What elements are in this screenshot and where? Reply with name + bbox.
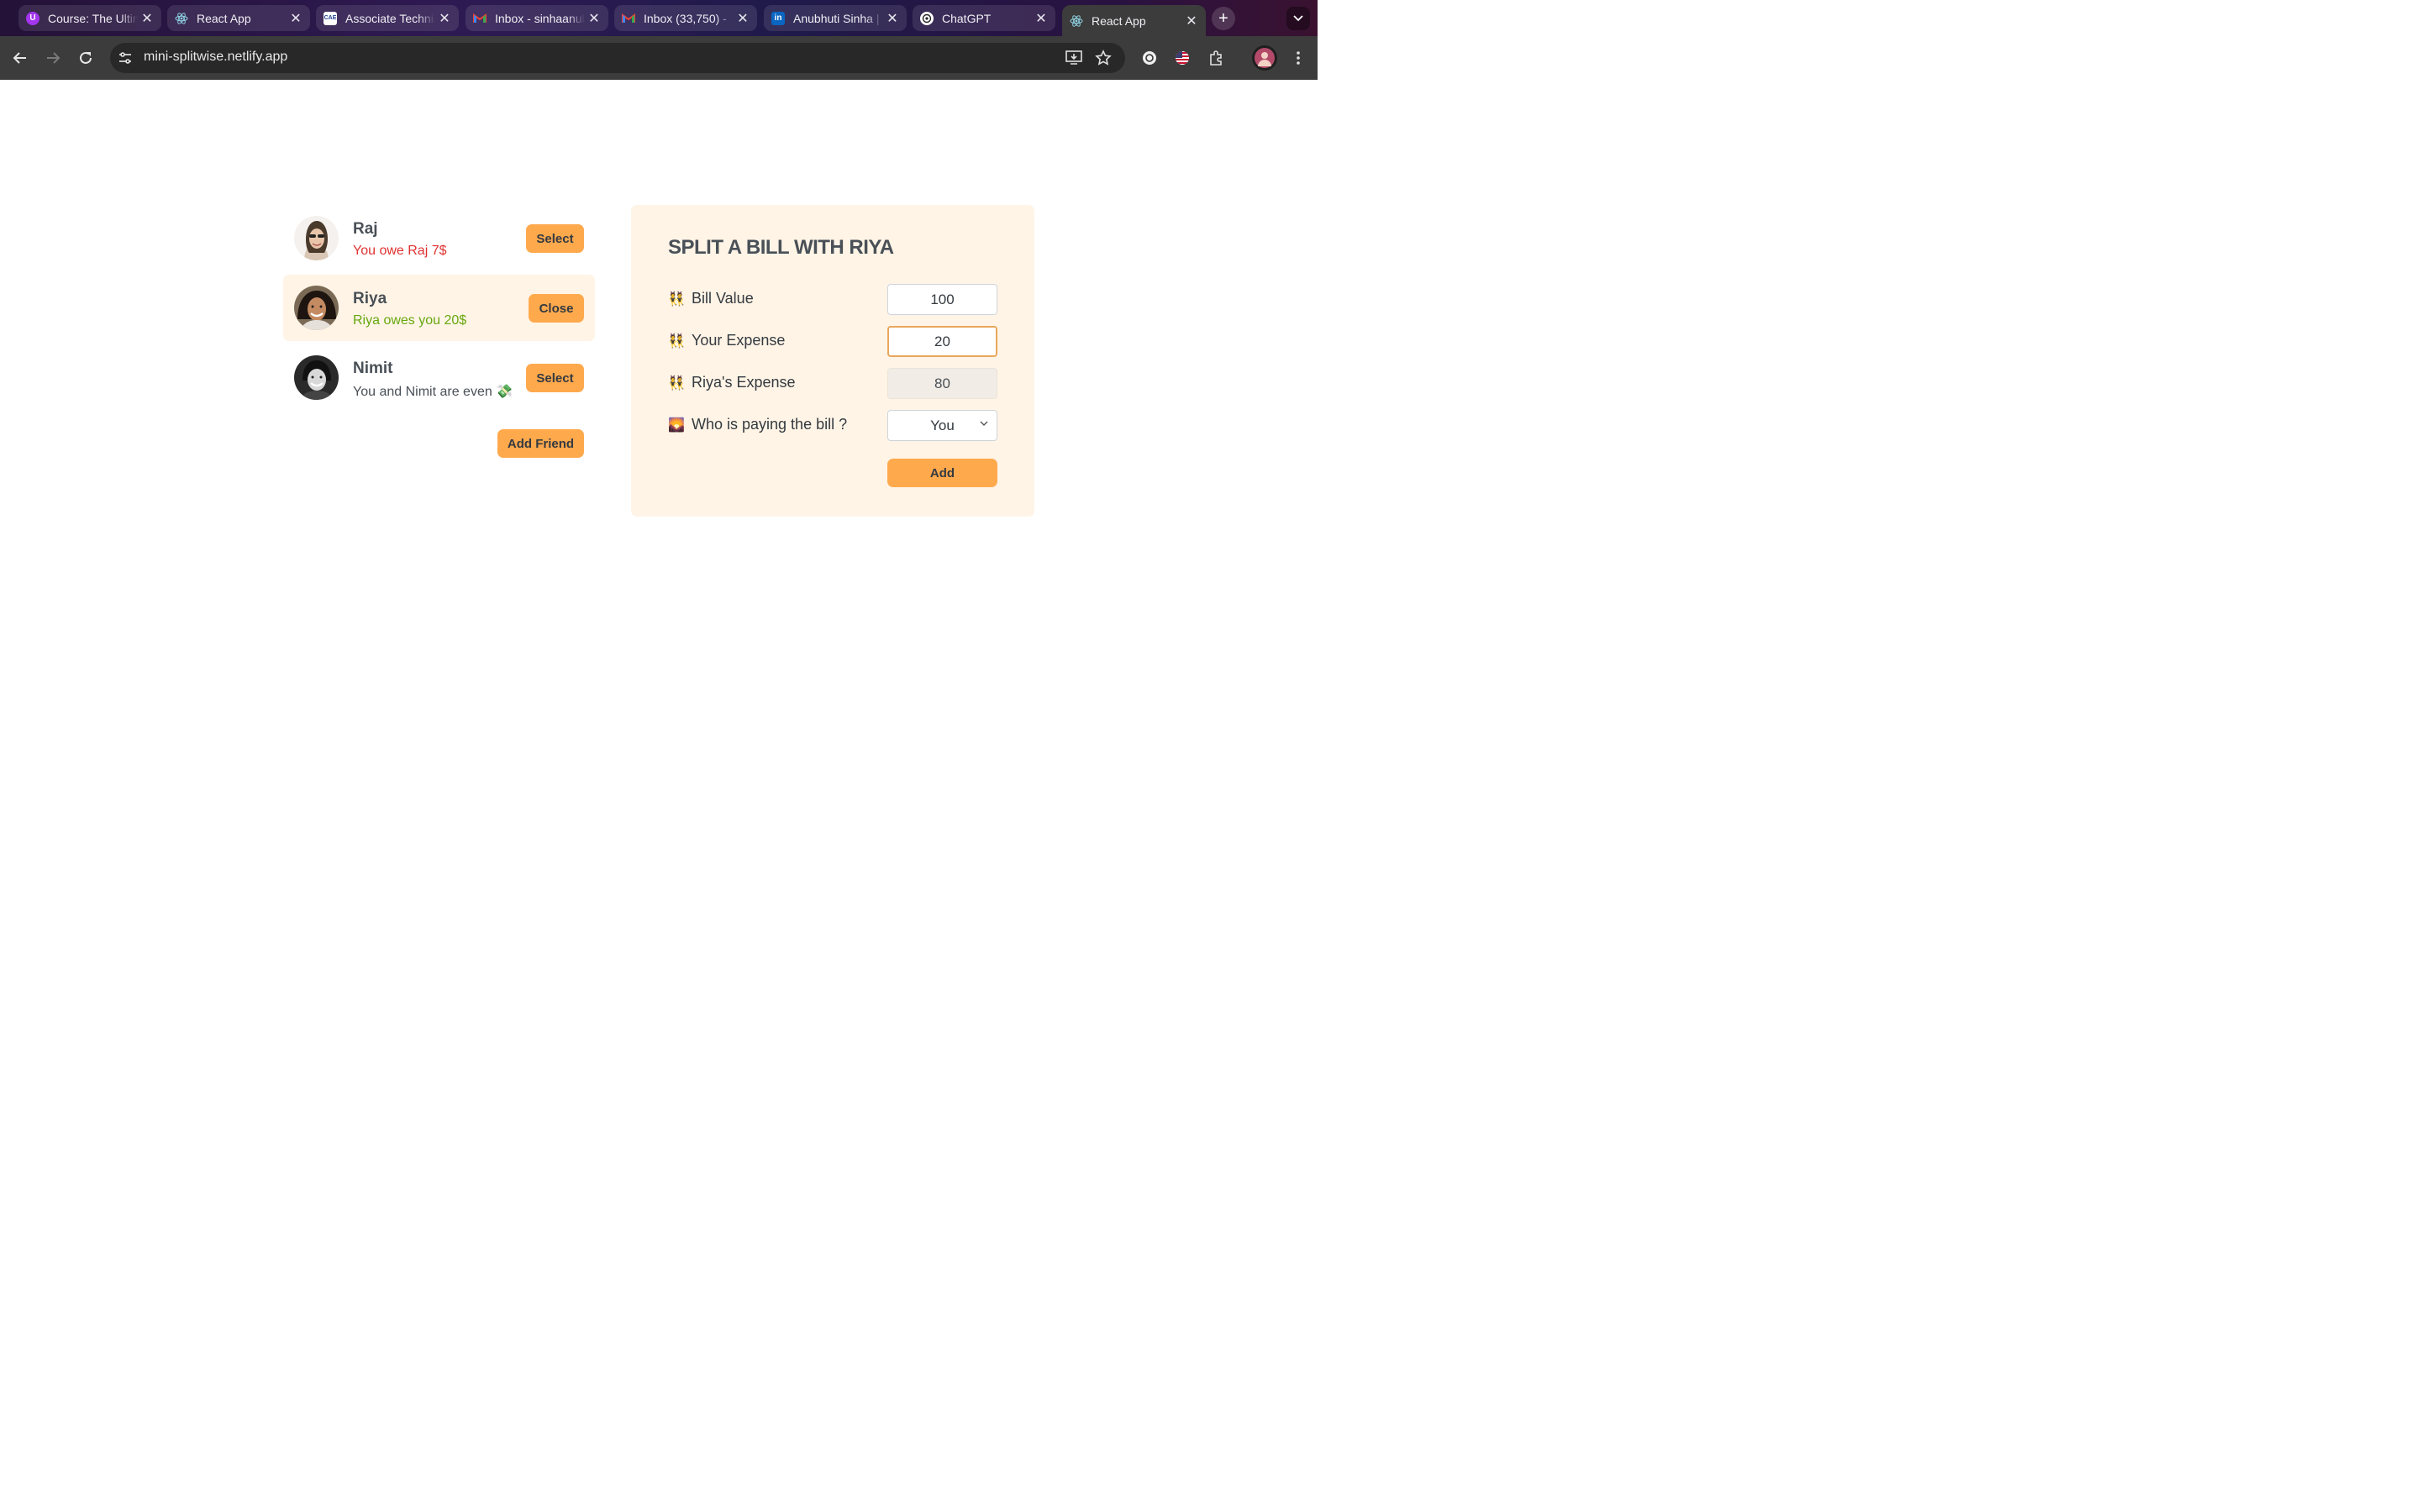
bill-value-input[interactable] xyxy=(887,284,997,315)
reload-icon xyxy=(80,51,92,64)
back-button[interactable] xyxy=(8,46,32,70)
tab-title: Inbox (33,750) - xyxy=(644,11,727,25)
close-tab-icon[interactable]: ✕ xyxy=(1032,10,1050,27)
people-icon: 👯 xyxy=(668,375,685,391)
chevron-down-icon xyxy=(1293,15,1303,22)
your-expense-label-text: Your Expense xyxy=(692,332,786,349)
linkedin-icon: in xyxy=(771,11,785,25)
udemy-icon: U xyxy=(26,11,39,25)
extension-circle-icon[interactable] xyxy=(1139,48,1160,68)
split-bill-title: SPLIT A BILL WITH RIYA xyxy=(668,236,894,259)
payer-label: 🌄 Who is paying the bill ? xyxy=(668,416,847,433)
tab-title: React App xyxy=(197,11,251,25)
browser-tab[interactable]: ChatGPT ✕ xyxy=(913,5,1055,31)
browser-tab[interactable]: CAE Associate Technical ✕ xyxy=(316,5,459,31)
gmail-icon xyxy=(473,12,487,25)
friend-name: Riya xyxy=(353,290,387,307)
friend-item-riya: Riya Riya owes you 20$ Close xyxy=(283,275,595,341)
add-split-button[interactable]: Add xyxy=(887,459,997,487)
close-tab-icon[interactable]: ✕ xyxy=(287,10,305,27)
new-tab-button[interactable]: + xyxy=(1212,7,1235,30)
react-icon xyxy=(1070,14,1083,28)
friend-balance-status: Riya owes you 20$ xyxy=(353,313,467,328)
reload-button[interactable] xyxy=(74,46,97,70)
us-flag-extension-icon[interactable] xyxy=(1172,48,1192,68)
chevron-down-icon xyxy=(980,421,988,426)
friend-expense-label-text: Riya's Expense xyxy=(692,374,796,391)
browser-tab-active[interactable]: React App ✕ xyxy=(1062,5,1206,36)
friend-expense-label: 👯 Riya's Expense xyxy=(668,374,796,391)
select-friend-button[interactable]: Select xyxy=(526,224,584,253)
avatar-raj xyxy=(294,216,339,260)
payer-selected-value: You xyxy=(930,417,955,433)
split-bill-form: SPLIT A BILL WITH RIYA 👯 Bill Value 👯 Yo… xyxy=(631,205,1034,517)
your-expense-input[interactable] xyxy=(887,326,997,357)
close-tab-icon[interactable]: ✕ xyxy=(883,10,902,27)
gmail-icon xyxy=(622,12,635,25)
tab-title: React App xyxy=(1092,13,1146,28)
profile-avatar[interactable] xyxy=(1252,45,1277,71)
friend-item-raj: Raj You owe Raj 7$ Select xyxy=(283,205,595,271)
close-tab-icon[interactable]: ✕ xyxy=(1182,13,1201,29)
react-icon xyxy=(175,12,188,25)
bill-value-label-text: Bill Value xyxy=(692,290,754,307)
cae-icon: CAE xyxy=(324,11,337,25)
browser-menu-icon[interactable] xyxy=(1288,48,1308,68)
browser-tabstrip: U Course: The Ultimate ✕ React App ✕ CAE… xyxy=(0,0,1318,36)
url-text[interactable]: mini-splitwise.netlify.app xyxy=(144,50,287,65)
tab-title: ChatGPT xyxy=(942,11,992,25)
people-icon: 👯 xyxy=(668,333,685,349)
tab-title: Course: The Ultimate xyxy=(48,11,138,25)
browser-tab[interactable]: in Anubhuti Sinha | LinkedIn ✕ xyxy=(764,5,907,31)
browser-tab[interactable]: Inbox - sinhaanubhuti ✕ xyxy=(466,5,608,31)
forward-button[interactable] xyxy=(41,46,65,70)
extensions-puzzle-icon[interactable] xyxy=(1206,48,1226,68)
friend-balance-status: You owe Raj 7$ xyxy=(353,244,447,258)
close-tab-icon[interactable]: ✕ xyxy=(585,10,603,27)
avatar-icon xyxy=(1255,48,1275,68)
browser-tab[interactable]: React App ✕ xyxy=(167,5,310,31)
browser-tab[interactable]: U Course: The Ultimate ✕ xyxy=(18,5,161,31)
payer-label-text: Who is paying the bill ? xyxy=(692,416,848,433)
friend-name: Nimit xyxy=(353,360,393,377)
payer-select[interactable]: You xyxy=(887,410,997,441)
tab-title: Associate Technical xyxy=(345,11,435,25)
friend-expense-input xyxy=(887,368,997,399)
close-tab-icon[interactable]: ✕ xyxy=(138,10,156,27)
close-tab-icon[interactable]: ✕ xyxy=(435,10,454,27)
friend-balance-status: You and Nimit are even 💸 xyxy=(353,385,513,399)
install-app-icon[interactable] xyxy=(1064,48,1084,68)
tab-title: Inbox - sinhaanubhuti xyxy=(495,11,585,25)
forward-arrow-icon xyxy=(47,52,60,64)
bill-value-label: 👯 Bill Value xyxy=(668,290,754,307)
friends-list: Raj You owe Raj 7$ Select Riya Riya owes… xyxy=(283,205,595,458)
close-tab-icon[interactable]: ✕ xyxy=(734,10,752,27)
tab-search-button[interactable] xyxy=(1286,7,1310,30)
sunrise-icon: 🌄 xyxy=(668,417,685,433)
bookmark-star-icon[interactable] xyxy=(1093,48,1113,68)
browser-tab[interactable]: Inbox (33,750) - ✕ xyxy=(614,5,757,31)
site-info-icon[interactable] xyxy=(117,50,134,66)
select-friend-button[interactable]: Select xyxy=(526,364,584,392)
avatar-nimit xyxy=(294,355,339,400)
chatgpt-icon xyxy=(920,11,934,25)
avatar-riya xyxy=(294,286,339,330)
friend-name: Raj xyxy=(353,220,378,238)
add-friend-button[interactable]: Add Friend xyxy=(497,429,584,458)
back-arrow-icon xyxy=(13,52,26,64)
your-expense-label: 👯 Your Expense xyxy=(668,332,785,349)
friend-item-nimit: Nimit You and Nimit are even 💸 Select xyxy=(283,344,595,411)
close-friend-button[interactable]: Close xyxy=(529,294,584,323)
people-icon: 👯 xyxy=(668,291,685,307)
tab-title: Anubhuti Sinha | LinkedIn xyxy=(793,11,883,25)
